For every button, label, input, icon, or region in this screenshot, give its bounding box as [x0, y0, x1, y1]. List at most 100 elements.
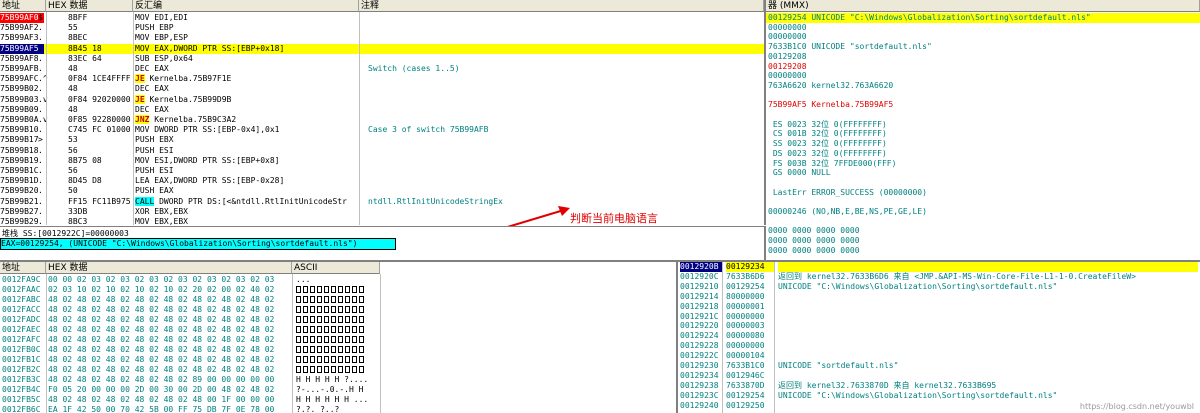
disasm-row[interactable]: 75B99B02. 48 DEC EAX — [0, 84, 764, 94]
register-line[interactable]: 00000000 — [766, 71, 1200, 81]
stack-row[interactable]: 0012921C 00000000 — [678, 312, 1200, 322]
dump-row[interactable]: 0012FB1C 48 02 48 02 48 02 48 02 48 02 48… — [0, 355, 676, 365]
disasm-row[interactable]: 75B99AFB. 48 DEC EAX Switch (cases 1..5) — [0, 64, 764, 74]
stack-row[interactable]: 0012923C 00129254 UNICODE "C:\Windows\Glob… — [678, 391, 1200, 401]
register-line[interactable]: 00129208 — [766, 52, 1200, 62]
register-line[interactable]: 0000 0000 0000 0000 — [766, 246, 1200, 256]
register-line[interactable]: 00000000 — [766, 32, 1200, 42]
register-line[interactable]: 00129208 — [766, 62, 1200, 72]
dump-row[interactable]: 0012FB6C EA 1F 42 50 00 70 42 5B 00 FF 75… — [0, 405, 676, 413]
stack-row[interactable]: 00129238 7633870D 返回到 kernel32.7633870D 来自… — [678, 381, 1200, 391]
disasm-row[interactable]: 75B99AF8. 83EC 64 SUB ESP,0x64 — [0, 54, 764, 64]
disasm-instruction: JE Kernelba.75B99D9B — [135, 94, 232, 104]
ascii-glyph-box — [310, 326, 315, 333]
ascii-glyph-box — [317, 316, 322, 323]
disasm-row[interactable]: 75B99B18. 56 PUSH ESI — [0, 146, 764, 156]
stack-value: 00000000 — [726, 311, 765, 321]
registers-pane[interactable]: 器 (MMX) 00129254 UNICODE "C:\Windows\Glo… — [766, 0, 1200, 260]
dump-header-ascii[interactable]: ASCII — [292, 262, 380, 274]
disasm-row[interactable]: 75B99B1D. 8D45 D8 LEA EAX,DWORD PTR SS:[EB… — [0, 176, 764, 186]
disasm-row[interactable]: 75B99B09. 48 DEC EAX — [0, 105, 764, 115]
dump-row[interactable]: 0012FB3C 48 02 48 02 48 02 48 02 48 02 89… — [0, 375, 676, 385]
col-header-comment[interactable]: 注释 — [359, 0, 764, 12]
dump-row[interactable]: 0012FB4C F0 05 20 00 00 00 2D 00 30 00 2D… — [0, 385, 676, 395]
stack-row[interactable]: 00129234 0012946C — [678, 371, 1200, 381]
stack-row[interactable]: 00129218 00000001 — [678, 302, 1200, 312]
register-line[interactable]: 0000 0000 0000 0000 — [766, 226, 1200, 236]
dump-row[interactable]: 0012FABC 48 02 48 02 48 02 48 02 48 02 48… — [0, 295, 676, 305]
disasm-row[interactable]: 75B99B20. 50 PUSH EAX — [0, 186, 764, 196]
register-line[interactable]: FS 003B 32位 7FFDE000(FFF) — [766, 159, 1200, 169]
dump-row[interactable]: 0012FAFC 48 02 48 02 48 02 48 02 48 02 48… — [0, 335, 676, 345]
register-line[interactable] — [766, 178, 1200, 188]
dump-row[interactable]: 0012FA9C 00 00 02 03 02 03 02 03 02 03 02… — [0, 275, 676, 285]
register-line[interactable]: GS 0000 NULL — [766, 168, 1200, 178]
ascii-glyph-box — [317, 286, 322, 293]
dump-ascii: ... — [296, 275, 311, 284]
stack-row[interactable]: 00129214 80000000 — [678, 292, 1200, 302]
register-line[interactable]: 75B99AF5 Kernelba.75B99AF5 — [766, 100, 1200, 110]
disasm-hex: 56 — [68, 166, 78, 175]
disasm-row[interactable]: 75B99B10. C745 FC 01000 MOV DWORD PTR SS:[… — [0, 125, 764, 135]
dump-row[interactable]: 0012FB0C 48 02 48 02 48 02 48 02 48 02 48… — [0, 345, 676, 355]
register-line[interactable]: 00129254 UNICODE "C:\Windows\Globalizati… — [766, 13, 1200, 24]
dump-pane[interactable]: 地址 HEX 数据 ASCII 0012FA9C 00 00 02 03 02 0… — [0, 262, 678, 413]
register-line[interactable] — [766, 197, 1200, 207]
col-header-address[interactable]: 地址 — [0, 0, 46, 12]
register-line[interactable]: 763A6620 kernel32.763A6620 — [766, 81, 1200, 91]
stack-row[interactable]: 00129230 7633B1C0 UNICODE "sortdefault.nls… — [678, 361, 1200, 371]
ascii-glyph-box — [310, 346, 315, 353]
dump-row[interactable]: 0012FAAC 02 03 10 02 10 02 10 02 10 02 20… — [0, 285, 676, 295]
disasm-row[interactable]: 75B99AFC .^ 0F84 1CE4FFFF JE Kernelba.75B97… — [0, 74, 764, 84]
annotation-text: 判断当前电脑语言 — [570, 212, 658, 225]
disasm-row[interactable]: 75B99B19. 8B75 08 MOV ESI,DWORD PTR SS:[EB… — [0, 156, 764, 166]
stack-row[interactable]: 00129228 00000000 — [678, 341, 1200, 351]
dump-row[interactable]: 0012FADC 48 02 48 02 48 02 48 02 48 02 48… — [0, 315, 676, 325]
disasm-marker: .v — [38, 94, 48, 104]
register-line[interactable] — [766, 110, 1200, 120]
disasm-row[interactable]: 75B99B03 .v 0F84 92020000 JE Kernelba.75B99… — [0, 94, 764, 105]
dump-rows[interactable]: 0012FA9C 00 00 02 03 02 03 02 03 02 03 02… — [0, 275, 676, 413]
stack-comment: 返回到 kernel32.7633B6D6 来自 <JMP.&API-MS-Wi… — [778, 271, 1136, 281]
ascii-glyph-box — [303, 296, 308, 303]
disasm-instruction: XOR EBX,EBX — [135, 206, 188, 216]
disasm-row[interactable]: 75B99B17 >53 PUSH EBX — [0, 135, 764, 145]
disasm-row[interactable]: 75B99AF0 $8BFF MOV EDI,EDI — [0, 13, 764, 24]
col-header-disasm[interactable]: 反汇编 — [133, 0, 359, 12]
stack-row[interactable]: 0012920B 00129234 — [678, 262, 1200, 273]
disasm-row[interactable]: 75B99AF2. 55 PUSH EBP — [0, 23, 764, 33]
stack-value: 00000000 — [726, 341, 765, 351]
disasm-row[interactable]: 75B99B0A .v 0F85 92280000 JNZ Kernelba.75B9… — [0, 115, 764, 125]
disasm-row[interactable]: 75B99AF5. 8B45 18 MOV EAX,DWORD PTR SS:[EB… — [0, 43, 764, 54]
col-header-hex[interactable]: HEX 数据 — [46, 0, 133, 12]
stack-rows[interactable]: 0012920B 00129234 0012920C 7633B6D6 返回到 kern… — [678, 262, 1200, 413]
disassembly-rows[interactable]: 75B99AF0 $8BFF MOV EDI,EDI 75B99AF2. 55 PUSH … — [0, 13, 764, 225]
stack-pane[interactable]: 0012920B 00129234 0012920C 7633B6D6 返回到 kern… — [678, 262, 1200, 413]
dump-header-address[interactable]: 地址 — [0, 262, 46, 274]
stack-row[interactable]: 00129224 00000080 — [678, 331, 1200, 341]
dump-row[interactable]: 0012FB5C 48 02 48 02 48 02 48 02 48 02 48… — [0, 395, 676, 405]
stack-address: 0012920C — [680, 271, 719, 281]
register-line[interactable]: DS 0023 32位 0(FFFFFFFF) — [766, 149, 1200, 159]
disasm-row[interactable]: 75B99B1C. 56 PUSH ESI — [0, 166, 764, 176]
register-line[interactable] — [766, 91, 1200, 101]
disasm-row[interactable]: 75B99AF3. 8BEC MOV EBP,ESP — [0, 33, 764, 43]
register-line[interactable]: 0000 0000 0000 0000 — [766, 236, 1200, 246]
dump-row[interactable]: 0012FB2C 48 02 48 02 48 02 48 02 48 02 48… — [0, 365, 676, 375]
stack-row[interactable]: 00129210 00129254 UNICODE "C:\Windows\Glob… — [678, 282, 1200, 292]
register-line[interactable]: 7633B1C0 UNICODE "sortdefault.nls" — [766, 42, 1200, 52]
register-line[interactable]: 00000246 (NO,NB,E,BE,NS,PE,GE,LE) — [766, 207, 1200, 217]
stack-row[interactable]: 0012920C 7633B6D6 返回到 kernel32.7633B6D6 来自… — [678, 272, 1200, 282]
dump-header-hex[interactable]: HEX 数据 — [46, 262, 292, 274]
register-line[interactable] — [766, 217, 1200, 227]
stack-row[interactable]: 0012922C 00000104 — [678, 351, 1200, 361]
stack-row[interactable]: 00129220 00000003 — [678, 321, 1200, 331]
dump-row[interactable]: 0012FAEC 48 02 48 02 48 02 48 02 48 02 48… — [0, 325, 676, 335]
register-line[interactable]: LastErr ERROR_SUCCESS (00000000) — [766, 188, 1200, 198]
disasm-row[interactable]: 75B99B21. FF15 FC11B975 CALL DWORD PTR DS:… — [0, 196, 764, 207]
register-line[interactable]: 00000000 — [766, 23, 1200, 33]
dump-row[interactable]: 0012FACC 48 02 48 02 48 02 48 02 48 02 48… — [0, 305, 676, 315]
register-lines[interactable]: 00129254 UNICODE "C:\Windows\Globalizati… — [766, 13, 1200, 260]
register-line[interactable]: SS 0023 32位 0(FFFFFFFF) — [766, 139, 1200, 149]
disassembly-pane[interactable]: 地址 HEX 数据 反汇编 注释 75B99AF0 $8BFF MOV EDI,ED… — [0, 0, 766, 225]
